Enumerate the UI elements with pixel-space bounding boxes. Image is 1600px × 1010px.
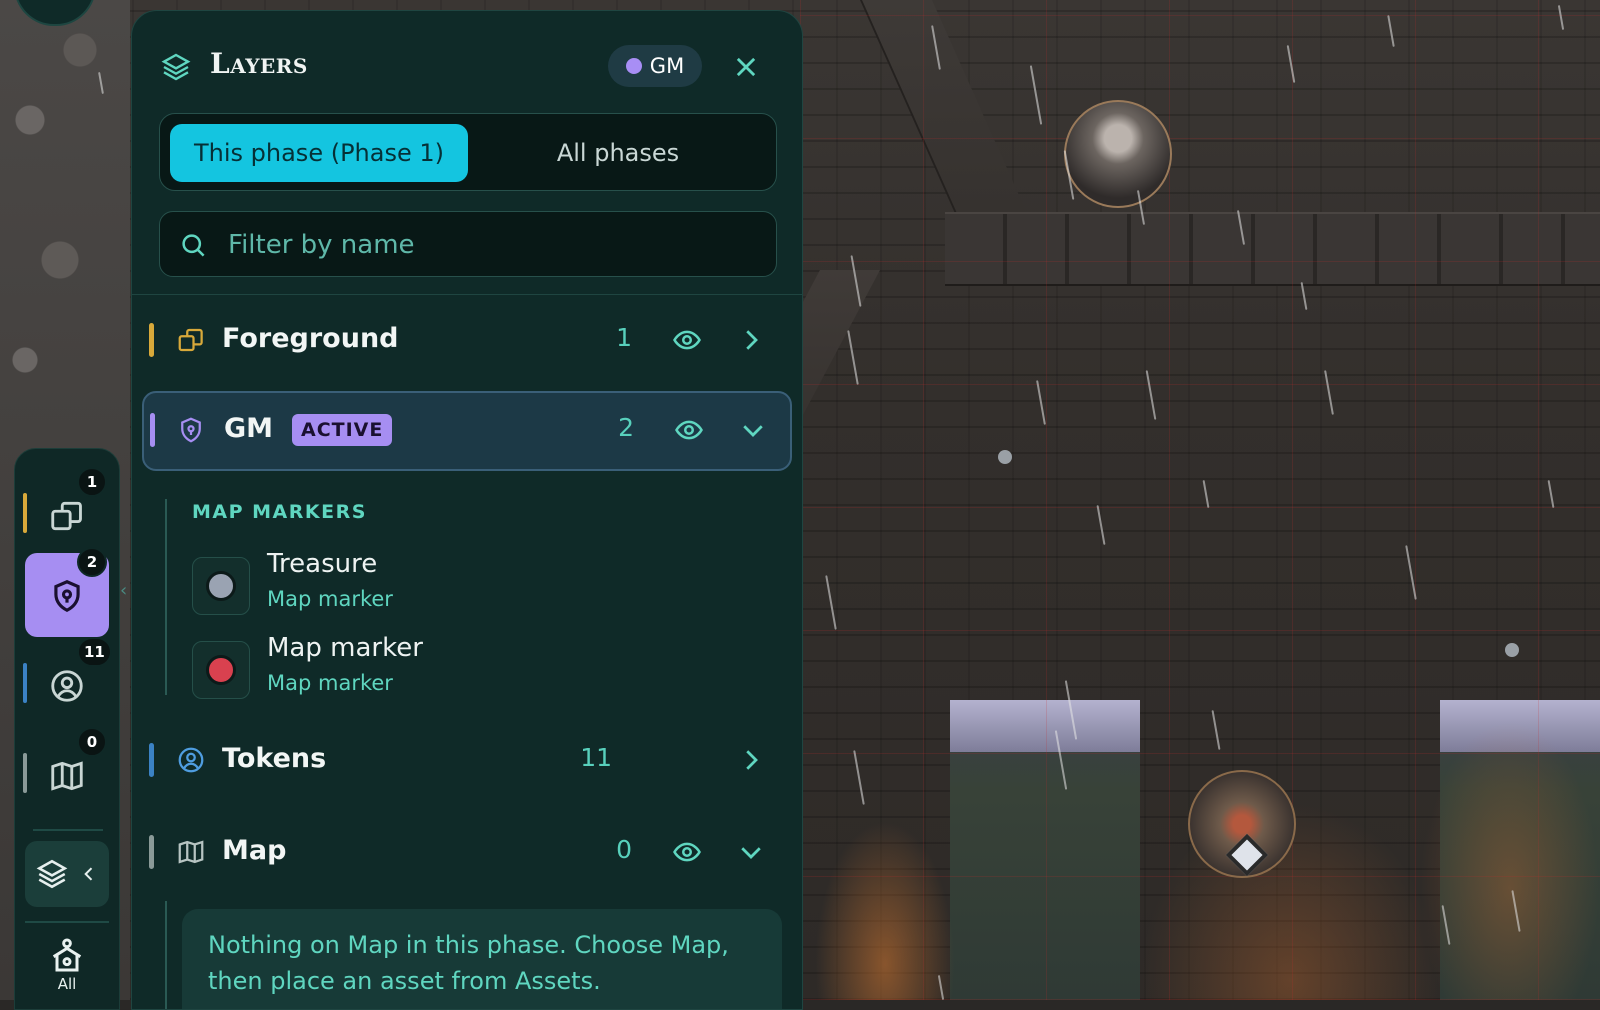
chevron-left-icon [84, 867, 93, 881]
rail-item-foreground[interactable]: 1 [23, 467, 109, 557]
section-rule [165, 901, 167, 1009]
layer-count: 0 [616, 835, 632, 864]
rail-collapse-handle[interactable]: ‹ [120, 580, 127, 601]
home-user-icon [52, 938, 82, 972]
layer-color-bar [149, 743, 154, 777]
marker-type: Map marker [267, 671, 393, 695]
layers-panel: Layers GM This phase (Phase 1) All phase… [131, 10, 803, 1010]
search-icon [182, 234, 205, 257]
layer-row-foreground[interactable]: Foreground 1 [142, 301, 792, 381]
phase-toggle: This phase (Phase 1) All phases [159, 113, 777, 191]
role-dot [625, 58, 642, 74]
marker-name: Treasure [267, 549, 378, 579]
filter-search [159, 211, 777, 278]
rail-layers-toggle-button[interactable] [25, 841, 109, 907]
layer-row-map[interactable]: Map 0 [142, 813, 792, 893]
layer-color-bar [150, 413, 155, 447]
marker-swatch-box [192, 641, 250, 699]
rail-item-gm[interactable]: 2 [25, 547, 109, 637]
role-pill-label: GM [649, 54, 685, 78]
eye-icon[interactable] [670, 325, 704, 355]
rail-divider [25, 921, 109, 923]
layer-name: Tokens [222, 743, 327, 774]
map-icon [178, 840, 204, 864]
rail-item-color-bar [23, 753, 27, 793]
layer-row-gm[interactable]: GM ACTIVE 2 [142, 391, 792, 471]
rail-all-button[interactable]: All [15, 935, 119, 993]
phase-toggle-all-phases[interactable]: All phases [468, 124, 768, 182]
layer-row-tokens[interactable]: Tokens 11 [142, 721, 792, 801]
layer-color-bar [149, 835, 154, 869]
foreground-icon [178, 328, 203, 352]
layer-name: GM [224, 413, 274, 444]
layer-name: Map [222, 835, 287, 866]
rail-divider [33, 829, 103, 831]
user-circle-icon [51, 670, 83, 702]
close-icon[interactable] [732, 53, 760, 81]
section-label: MAP MARKERS [192, 501, 367, 523]
layer-rail: 1 2 11 0 All [14, 448, 120, 1010]
role-pill: GM [608, 45, 702, 87]
chevron-right-icon[interactable] [736, 745, 766, 775]
layer-count: 1 [616, 323, 632, 352]
chevron-down-icon[interactable] [736, 837, 766, 867]
section-rule [165, 499, 167, 695]
layer-color-bar [149, 323, 154, 357]
rail-item-tokens[interactable]: 11 [23, 637, 112, 727]
rail-badge: 1 [77, 467, 107, 497]
shield-icon [54, 580, 80, 613]
chevron-right-icon[interactable] [736, 325, 766, 355]
user-circle-icon [178, 747, 204, 773]
eye-icon[interactable] [672, 415, 706, 445]
active-badge: ACTIVE [292, 414, 393, 446]
marker-color-dot [206, 571, 236, 601]
layers-icon [36, 859, 68, 889]
shield-icon [181, 417, 201, 443]
eye-icon[interactable] [670, 837, 704, 867]
layer-count: 2 [618, 413, 634, 442]
layers-icon [161, 53, 191, 81]
marker-swatch-box [192, 557, 250, 615]
marker-item[interactable]: Map marker Map marker [192, 633, 752, 709]
layer-count: 11 [580, 743, 612, 772]
marker-type: Map marker [267, 587, 393, 611]
rail-item-color-bar [23, 663, 27, 703]
foreground-icon [51, 501, 82, 531]
layer-name: Foreground [222, 323, 399, 354]
chevron-down-icon[interactable] [738, 415, 768, 445]
rail-badge: 11 [77, 637, 112, 667]
filter-input[interactable] [226, 212, 760, 278]
rail-badge: 2 [77, 547, 107, 577]
phase-toggle-this-phase[interactable]: This phase (Phase 1) [170, 124, 468, 182]
marker-color-dot [206, 655, 236, 685]
rail-all-label: All [57, 975, 77, 993]
divider [132, 294, 802, 295]
map-marker-dot[interactable] [1505, 643, 1519, 657]
rail-item-color-bar [23, 493, 27, 533]
map-token-elf[interactable] [1064, 100, 1172, 208]
map-icon [51, 761, 83, 791]
panel-header: Layers GM [132, 11, 802, 111]
marker-name: Map marker [267, 633, 423, 663]
map-empty-note: Nothing on Map in this phase. Choose Map… [182, 909, 782, 1009]
map-marker-dot[interactable] [998, 450, 1012, 464]
panel-title: Layers [210, 47, 308, 80]
rail-item-map[interactable]: 0 [23, 727, 109, 817]
rail-badge: 0 [77, 727, 107, 757]
marker-item[interactable]: Treasure Map marker [192, 549, 752, 625]
